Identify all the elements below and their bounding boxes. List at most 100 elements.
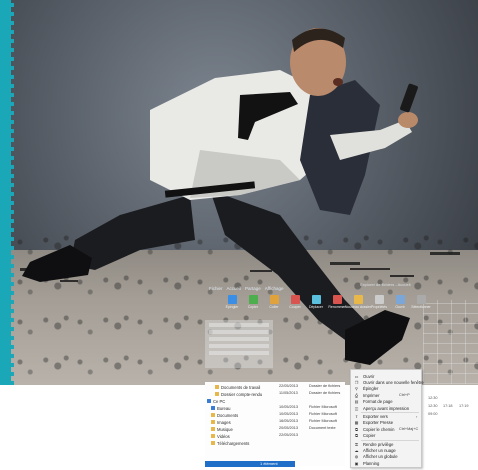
folder-icon xyxy=(211,420,215,424)
ribbon-button-icon xyxy=(269,295,279,304)
navigation-pane xyxy=(205,320,273,368)
file-list-row[interactable]: Documents xyxy=(211,412,238,418)
globe-icon: ◍ xyxy=(354,454,359,460)
file-name: Bureau xyxy=(217,405,231,411)
ribbon-button-label: Propriétés xyxy=(371,305,387,309)
file-name: Musique xyxy=(217,426,233,432)
file-list-row[interactable]: Téléchargements xyxy=(211,440,249,446)
file-list-row[interactable]: Ce PC xyxy=(207,398,225,404)
menu-item-shortcut: Ctrl+P xyxy=(399,393,410,398)
ribbon-button-label: Épingler xyxy=(225,305,239,309)
background-photo: Explorer de fichiers - Accueil Fichier A… xyxy=(0,0,478,385)
desktop-icon xyxy=(211,406,215,410)
menu-item[interactable]: ▣ Planning xyxy=(351,460,421,466)
file-date: 10/05/2013 xyxy=(279,405,299,409)
file-date: 20/05/2013 xyxy=(279,426,299,430)
file-list-row[interactable]: Images xyxy=(211,419,231,425)
folder-icon xyxy=(215,392,219,396)
file-type: Document texte xyxy=(309,426,336,430)
menu-item[interactable]: ⚲ Épingler xyxy=(351,386,421,392)
submenu-arrow-icon: › xyxy=(416,413,418,419)
menu-item-label: Exporter Presse xyxy=(363,420,394,426)
ribbon-button-label: Renommer xyxy=(328,305,346,309)
file-list: Documents de travail 22/05/2013 Dossier de… xyxy=(205,382,345,466)
menu-item[interactable]: ⧉ Copier xyxy=(351,433,421,439)
folder-icon xyxy=(215,385,219,389)
ribbon-button-7[interactable]: Propriétés xyxy=(371,295,387,309)
menu-item[interactable]: ▤ Format de page xyxy=(351,399,421,405)
menu-item-label: Format de page xyxy=(363,399,393,405)
ribbon-button-9[interactable]: Sélectionner xyxy=(411,295,431,309)
ribbon-button-2[interactable]: Coller xyxy=(267,295,281,309)
ribbon-button-icon xyxy=(290,295,300,304)
ribbon-button-icon xyxy=(332,295,342,304)
ribbon-button-label: Ouvrir xyxy=(395,305,405,309)
file-list-row[interactable]: Vidéos xyxy=(211,433,230,439)
cloud-icon: ☁ xyxy=(354,447,359,453)
menu-item-label: Afficher un nuage xyxy=(363,447,396,453)
menu-item[interactable]: ▦ Exporter Presse xyxy=(351,420,421,426)
ribbon-tab-bar: Fichier Accueil Partage Affichage xyxy=(205,282,478,294)
ribbon-button-label: Couper xyxy=(289,305,301,309)
tab-share[interactable]: Partage xyxy=(245,286,261,291)
ribbon-button-icon xyxy=(416,295,426,304)
ribbon-button-label: Déplacer xyxy=(309,305,324,309)
ribbon-button-label: Coller xyxy=(269,305,279,309)
status-bar: 1 élément sélectionné xyxy=(205,461,295,470)
menu-item[interactable]: ◍ Afficher un globule xyxy=(351,454,421,460)
file-list-row[interactable]: Documents de travail xyxy=(215,384,260,390)
pin-icon: ⚲ xyxy=(355,386,358,392)
details-grid: 12:30 12:30 17:18 17:19 09:00 xyxy=(423,384,478,424)
ribbon-button-icon xyxy=(353,295,363,304)
ribbon-button-8[interactable]: Ouvrir xyxy=(393,295,407,309)
ribbon-button-3[interactable]: Couper xyxy=(288,295,302,309)
menu-item-label: Aperçu avant impression xyxy=(363,405,410,411)
open-icon: ▭ xyxy=(354,373,359,379)
detail-cell: 17:18 xyxy=(443,404,453,408)
menu-item-label: Épingler xyxy=(363,386,379,392)
ribbon-button-6[interactable]: Nouveau dossier xyxy=(345,295,371,309)
ribbon-button-label: Copier xyxy=(247,305,259,309)
ribbon-button-label: Nouveau dossier xyxy=(344,305,372,309)
ribbon-button-icon xyxy=(248,295,258,304)
menu-item[interactable]: ⎙ Imprimer Ctrl+P xyxy=(351,392,421,398)
file-name: Documents xyxy=(217,412,239,418)
file-date: 22/05/2013 xyxy=(279,384,299,388)
menu-item[interactable]: ⚿ Rendre privilège xyxy=(351,441,421,447)
menu-item[interactable]: ⇪ Exporter vers › xyxy=(351,413,421,419)
menu-item-label: Ouvrir xyxy=(363,373,375,379)
file-date: 22/05/2013 xyxy=(279,433,299,437)
tab-view[interactable]: Affichage xyxy=(265,286,284,291)
ribbon-button-1[interactable]: Copier xyxy=(246,295,260,309)
calendar-icon: ▣ xyxy=(354,460,359,466)
file-type: Fichier Microsoft xyxy=(309,405,337,409)
preview-icon: ◫ xyxy=(354,405,359,411)
folder-icon xyxy=(211,434,215,438)
tab-home[interactable]: Accueil xyxy=(227,286,242,291)
menu-item[interactable]: ▭ Ouvrir xyxy=(351,373,421,379)
file-list-row[interactable]: Dossier compte-rendu xyxy=(215,391,262,397)
detail-cell: 12:30 xyxy=(428,404,438,408)
menu-item[interactable]: ❐ Ouvrir dans une nouvelle fenêtre xyxy=(351,379,424,385)
menu-item-label: Planning xyxy=(363,460,380,466)
ribbon-button-5[interactable]: Renommer xyxy=(328,295,346,309)
ribbon-button-4[interactable]: Déplacer xyxy=(309,295,323,309)
menu-item-label: Copier xyxy=(363,433,376,439)
file-list-row[interactable]: Musique xyxy=(211,426,233,432)
file-name: Téléchargements xyxy=(217,440,250,446)
menu-item[interactable]: ⧉ Copier le chemin Ctrl+Maj+C xyxy=(351,426,421,432)
file-name: Images xyxy=(217,419,231,425)
menu-item[interactable]: ☁ Afficher un nuage xyxy=(351,447,421,453)
print-icon: ⎙ xyxy=(354,392,359,398)
ribbon-button-0[interactable]: Épingler xyxy=(225,295,239,309)
menu-item-shortcut: Ctrl+Maj+C xyxy=(399,427,419,432)
menu-item[interactable]: ◫ Aperçu avant impression xyxy=(351,405,421,411)
window-icon: ❐ xyxy=(354,379,359,385)
file-list-row[interactable]: Bureau xyxy=(211,405,231,411)
detail-cell: 09:00 xyxy=(428,412,438,416)
export-icon: ⇪ xyxy=(354,413,359,419)
folder-icon xyxy=(211,441,215,445)
ribbon-button-icon xyxy=(395,295,405,304)
tab-file[interactable]: Fichier xyxy=(209,286,223,291)
context-menu: ▭ Ouvrir ❐ Ouvrir dans une nouvelle fenêtre… xyxy=(350,369,424,468)
